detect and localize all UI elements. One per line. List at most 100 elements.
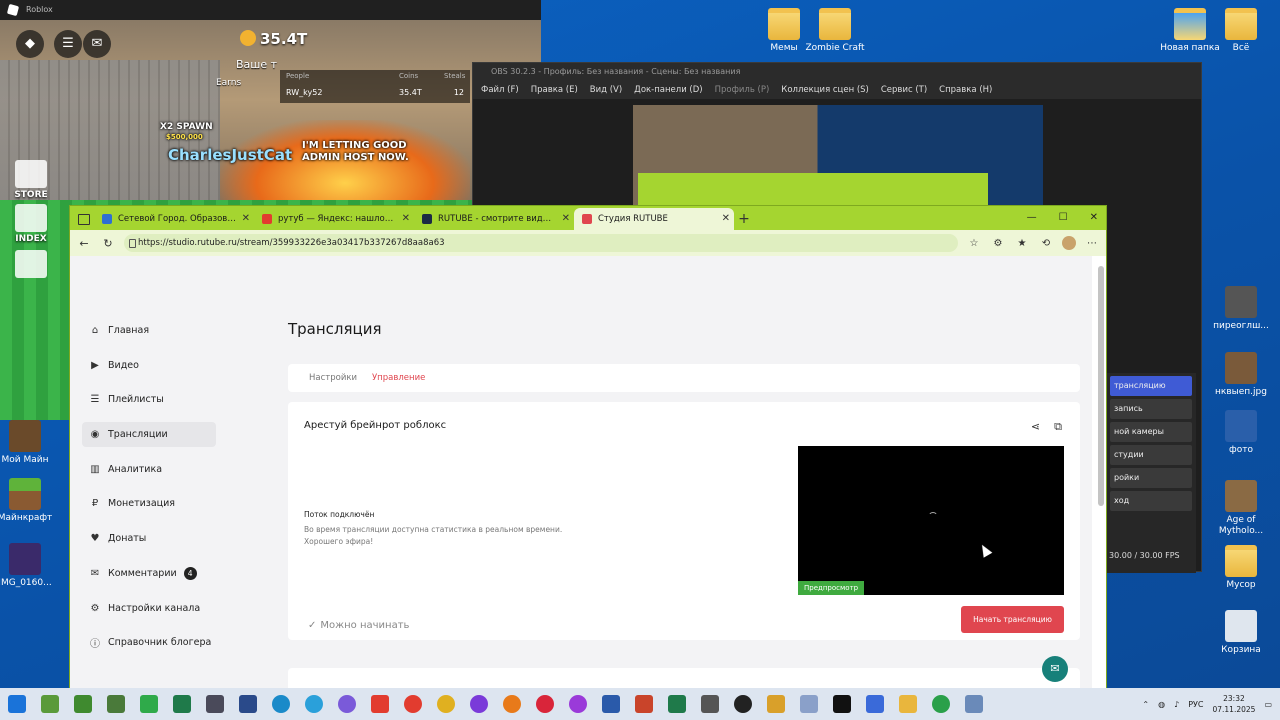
start-streaming-button[interactable]: трансляцию (1110, 376, 1192, 396)
close-window-icon[interactable]: ✕ (1090, 206, 1098, 230)
roblox-menu-icon[interactable]: ◆ (16, 30, 44, 58)
taskbar-app[interactable] (561, 688, 594, 720)
taskbar-app[interactable] (825, 688, 858, 720)
close-icon[interactable]: ✕ (402, 208, 410, 230)
page-scrollbar[interactable] (1098, 262, 1104, 686)
taskbar-app-obs[interactable] (726, 688, 759, 720)
clock[interactable]: 23:32 07.11.2025 (1212, 693, 1255, 715)
taskbar-app[interactable] (957, 688, 990, 720)
taskbar-app[interactable] (66, 688, 99, 720)
more-icon[interactable]: ⋯ (1084, 238, 1100, 249)
taskbar-app[interactable] (165, 688, 198, 720)
close-icon[interactable]: ✕ (562, 208, 570, 230)
sidebar-item-donations[interactable]: ♥ Донаты (82, 526, 216, 551)
notification-icon[interactable]: ▭ (1264, 700, 1272, 709)
browser-tab[interactable]: Сетевой Город. Образование. Д ✕ (94, 208, 254, 230)
menu-view[interactable]: Вид (V) (590, 81, 622, 99)
sidebar-item-channel-settings[interactable]: ⚙ Настройки канала (82, 596, 216, 621)
language-indicator[interactable]: РУС (1188, 700, 1203, 709)
desktop-icon-img[interactable]: IMG_0160... (0, 543, 60, 589)
desktop-icon-zombie-craft[interactable]: Zombie Craft (800, 8, 870, 54)
chevron-up-icon[interactable]: ⌃ (1142, 700, 1149, 709)
taskbar-app[interactable] (528, 688, 561, 720)
start-button[interactable] (0, 688, 33, 720)
taskbar-app[interactable] (429, 688, 462, 720)
taskbar-app[interactable] (693, 688, 726, 720)
network-icon[interactable]: ◍ (1158, 700, 1165, 709)
sidebar-item-help[interactable]: ⓘ Справочник блогера (82, 630, 216, 655)
sidebar-toggle-icon[interactable] (74, 208, 94, 230)
volume-icon[interactable]: ♪ (1174, 700, 1179, 709)
close-icon[interactable]: ✕ (722, 208, 730, 230)
taskbar-app[interactable] (924, 688, 957, 720)
taskbar-app[interactable] (891, 688, 924, 720)
desktop-icon-image-1[interactable]: пиреоглш... (1206, 286, 1276, 332)
desktop-icon-minecraft[interactable]: Майнкрафт (0, 478, 60, 524)
start-recording-button[interactable]: запись (1110, 399, 1192, 419)
sidebar-item-home[interactable]: ⌂ Главная (82, 318, 216, 343)
taskbar-app-edge[interactable] (264, 688, 297, 720)
share-icon[interactable]: ⋖ (1031, 420, 1040, 434)
desktop-icon-my-mine[interactable]: Мой Майн (0, 420, 60, 466)
leaderboard-row[interactable]: RW_ky52 35.4T 12 (280, 82, 470, 103)
extensions-icon[interactable]: ⚙ (990, 238, 1006, 249)
hamburger-icon[interactable]: ☰ (54, 30, 82, 58)
taskbar-app-roblox[interactable] (858, 688, 891, 720)
sidebar-item-monetization[interactable]: ₽ Монетизация (82, 491, 216, 516)
scrollbar-thumb[interactable] (1098, 266, 1104, 506)
menu-profile[interactable]: Профиль (P) (715, 81, 770, 99)
tab-manage[interactable]: Управление (372, 364, 425, 392)
taskbar-app[interactable] (231, 688, 264, 720)
maximize-icon[interactable]: ☐ (1059, 206, 1068, 230)
taskbar-app[interactable] (594, 688, 627, 720)
taskbar-app[interactable] (495, 688, 528, 720)
taskbar-app[interactable] (660, 688, 693, 720)
sidebar-item-analytics[interactable]: ▥ Аналитика (82, 457, 216, 482)
taskbar-app[interactable] (792, 688, 825, 720)
history-icon[interactable]: ⟲ (1038, 238, 1054, 249)
taskbar-app[interactable] (462, 688, 495, 720)
menu-tools[interactable]: Сервис (T) (881, 81, 927, 99)
taskbar-app[interactable] (297, 688, 330, 720)
sidebar-item-video[interactable]: ▶ Видео (82, 353, 216, 378)
taskbar-app[interactable] (99, 688, 132, 720)
roblox-titlebar[interactable]: Roblox (0, 0, 541, 20)
taskbar-app[interactable] (759, 688, 792, 720)
taskbar-app[interactable] (198, 688, 231, 720)
taskbar-app[interactable] (363, 688, 396, 720)
index-button[interactable]: INDEX (12, 204, 50, 244)
desktop-icon-trash-folder[interactable]: Мусор (1206, 545, 1276, 591)
menu-scene-collection[interactable]: Коллекция сцен (S) (781, 81, 869, 99)
taskbar-app[interactable] (396, 688, 429, 720)
start-broadcast-button[interactable]: Начать трансляцию (961, 606, 1064, 633)
menu-edit[interactable]: Правка (E) (531, 81, 578, 99)
back-icon[interactable]: ← (76, 237, 92, 250)
desktop-icon-recycle-bin[interactable]: Корзина (1206, 610, 1276, 656)
chat-icon[interactable]: ✉ (83, 30, 111, 58)
taskbar-app[interactable] (33, 688, 66, 720)
tab-settings[interactable]: Настройки (309, 364, 357, 392)
avatar[interactable] (1062, 236, 1076, 250)
menu-help[interactable]: Справка (H) (939, 81, 992, 99)
support-chat-icon[interactable]: ✉ (1042, 656, 1068, 682)
taskbar-app[interactable] (627, 688, 660, 720)
desktop-icon-photo[interactable]: фото (1206, 410, 1276, 456)
desktop-icon-age-of-mythology[interactable]: Age of Mytholo... (1206, 480, 1276, 537)
menu-file[interactable]: Файл (F) (481, 81, 519, 99)
open-external-icon[interactable]: ⧉ (1054, 420, 1062, 434)
star-icon[interactable]: ☆ (966, 238, 982, 249)
taskbar-app[interactable] (330, 688, 363, 720)
sidebar-item-playlists[interactable]: ☰ Плейлисты (82, 387, 216, 412)
browser-tab[interactable]: рутуб — Яндекс: нашлось 5 тыс ✕ (254, 208, 414, 230)
browser-tab[interactable]: RUTUBE - смотрите видео онла ✕ (414, 208, 574, 230)
new-tab-icon[interactable]: + (734, 208, 754, 230)
studio-mode-button[interactable]: студии (1110, 445, 1192, 465)
reload-icon[interactable]: ↻ (100, 237, 116, 250)
obs-titlebar[interactable]: OBS 30.2.3 - Профиль: Без названия - Сце… (473, 63, 1201, 81)
stream-preview-player[interactable]: Предпросмотр (798, 446, 1064, 595)
browser-window[interactable]: Сетевой Город. Образование. Д ✕ рутуб — … (70, 206, 1106, 692)
menu-docks[interactable]: Док-панели (D) (634, 81, 702, 99)
favorites-icon[interactable]: ★ (1014, 238, 1030, 249)
rebirth-button[interactable] (12, 250, 50, 280)
exit-button[interactable]: ход (1110, 491, 1192, 511)
